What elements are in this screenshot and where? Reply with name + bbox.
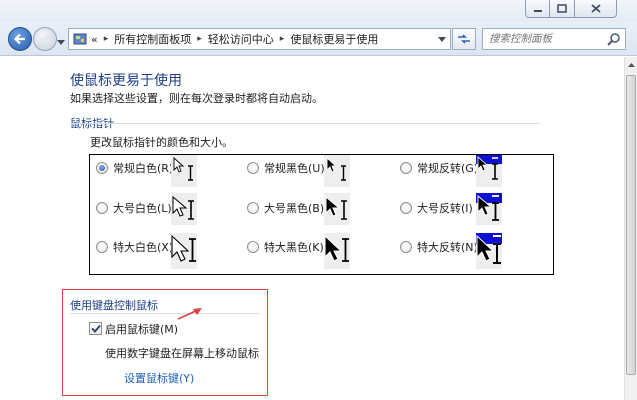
- scheme-option-large-white[interactable]: 大号白色(L): [96, 200, 172, 216]
- scheme-label: 特大黑色(K): [264, 241, 324, 254]
- search-icon: [607, 33, 620, 46]
- control-panel-icon: [73, 33, 87, 45]
- close-icon: [590, 4, 601, 13]
- breadcrumb-all-items[interactable]: 所有控制面板项: [114, 31, 191, 47]
- close-button[interactable]: [575, 0, 617, 18]
- scheme-option-large-black[interactable]: 大号黑色(B): [247, 200, 324, 216]
- recent-pages-dropdown[interactable]: [57, 35, 65, 48]
- scroll-up-button[interactable]: [625, 59, 637, 71]
- pointer-preview: [324, 233, 350, 269]
- back-button[interactable]: [8, 27, 32, 51]
- breadcrumb-separator: ▸: [197, 34, 202, 44]
- scheme-option-xlarge-white[interactable]: 特大白色(X): [96, 239, 173, 255]
- scheme-label: 特大白色(X): [113, 241, 174, 254]
- section-divider: [70, 313, 260, 314]
- minimize-icon: [533, 9, 542, 12]
- scheme-label: 大号反转(I): [417, 202, 473, 215]
- scheme-label: 常规黑色(U): [264, 162, 325, 175]
- annotation-arrow-icon: [177, 308, 202, 320]
- breadcrumb-mouse-settings[interactable]: 使鼠标更易于使用: [290, 31, 378, 47]
- radio-button[interactable]: [247, 202, 259, 214]
- radio-button[interactable]: [247, 162, 259, 174]
- pointer-preview: [171, 193, 197, 225]
- page-subtitle: 如果选择这些设置，则在每次登录时都将自动启动。: [70, 92, 323, 105]
- search-box[interactable]: [482, 28, 626, 50]
- search-input[interactable]: [483, 29, 603, 49]
- white-pointer-icon: [173, 156, 193, 181]
- pointer-preview: [324, 193, 350, 225]
- radio-button[interactable]: [96, 202, 108, 214]
- breadcrumb-item[interactable]: ▸ 轻松访问中心: [191, 31, 274, 47]
- address-box[interactable]: « ▸ 所有控制面板项 ▸ 轻松访问中心 ▸ 使鼠标更易于使用: [68, 28, 451, 50]
- mouse-keys-checkbox[interactable]: [89, 322, 102, 335]
- forward-arrow-icon: [40, 33, 52, 45]
- radio-button[interactable]: [96, 241, 108, 253]
- scheme-label: 常规反转(G): [417, 162, 479, 175]
- black-pointer-icon: [325, 195, 347, 220]
- pointer-preview: [476, 193, 502, 225]
- scheme-option-regular-white[interactable]: 常规白色(R): [96, 160, 173, 176]
- address-bar: « ▸ 所有控制面板项 ▸ 轻松访问中心 ▸ 使鼠标更易于使用: [0, 22, 637, 56]
- maximize-icon: [557, 4, 567, 13]
- chevron-up-icon: [627, 63, 635, 67]
- scheme-option-regular-black[interactable]: 常规黑色(U): [247, 160, 325, 176]
- inverted-pointer-icon: [476, 155, 502, 187]
- breadcrumb-item[interactable]: ▸ 使鼠标更易于使用: [274, 31, 379, 47]
- black-pointer-icon: [324, 234, 349, 262]
- refresh-icon: [458, 34, 470, 44]
- mouse-keys-description: 使用数字键盘在屏幕上移动鼠标: [105, 347, 259, 360]
- window-controls: [525, 0, 617, 19]
- vertical-scrollbar[interactable]: [624, 57, 637, 400]
- title-bar: [0, 0, 637, 22]
- scheme-label: 大号黑色(B): [264, 202, 325, 215]
- radio-button[interactable]: [400, 202, 412, 214]
- section-divider: [70, 123, 540, 124]
- minimize-button[interactable]: [525, 0, 550, 18]
- keyboard-section-heading: 使用键盘控制鼠标: [70, 299, 158, 312]
- breadcrumb-separator: ▸: [103, 34, 109, 44]
- radio-button[interactable]: [400, 162, 412, 174]
- scheme-label: 特大反转(N): [417, 241, 478, 254]
- scheme-option-regular-inverted[interactable]: 常规反转(G): [400, 160, 478, 176]
- breadcrumb-separator: ▸: [279, 34, 285, 44]
- scheme-option-xlarge-black[interactable]: 特大黑色(K): [247, 239, 324, 255]
- pointer-preview: [171, 233, 197, 269]
- scheme-label: 大号白色(L): [113, 202, 172, 215]
- pointer-preview: [171, 155, 197, 187]
- address-prefix[interactable]: «: [91, 33, 98, 46]
- pointer-scheme-group: 常规白色(R) 常规黑色(U) 常规反转(G) 大号白色(L) 大号黑色(B) …: [89, 154, 554, 275]
- black-pointer-icon: [326, 156, 346, 181]
- chevron-down-icon: [438, 36, 446, 42]
- pointer-preview: [476, 155, 502, 187]
- breadcrumb-ease-of-access[interactable]: 轻松访问中心: [208, 31, 274, 47]
- inverted-pointer-icon: [476, 233, 502, 269]
- inverted-pointer-icon: [476, 193, 502, 225]
- pointer-section-description: 更改鼠标指针的颜色和大小。: [90, 136, 233, 149]
- address-dropdown[interactable]: [434, 29, 450, 49]
- setup-mouse-keys-link[interactable]: 设置鼠标键(Y): [124, 370, 194, 386]
- scheme-label: 常规白色(R): [113, 162, 174, 175]
- radio-button[interactable]: [96, 162, 108, 174]
- checkmark-icon: [90, 324, 101, 333]
- scheme-option-large-inverted[interactable]: 大号反转(I): [400, 200, 473, 216]
- refresh-button[interactable]: [452, 28, 476, 50]
- white-pointer-icon: [172, 195, 194, 220]
- scheme-option-xlarge-inverted[interactable]: 特大反转(N): [400, 239, 478, 255]
- pointer-preview: [324, 155, 350, 187]
- radio-button[interactable]: [400, 241, 412, 253]
- radio-button[interactable]: [247, 241, 259, 253]
- back-arrow-icon: [13, 33, 25, 45]
- scrollbar-thumb[interactable]: [626, 75, 636, 375]
- mouse-keys-label[interactable]: 启用鼠标键(M): [105, 321, 178, 337]
- chevron-down-icon: [57, 40, 65, 45]
- maximize-button[interactable]: [550, 0, 575, 18]
- pointer-preview: [476, 233, 502, 269]
- white-pointer-icon: [171, 234, 196, 262]
- forward-button[interactable]: [33, 27, 57, 51]
- page-title: 使鼠标更易于使用: [70, 73, 182, 89]
- breadcrumb-item[interactable]: ▸ 所有控制面板项: [98, 31, 192, 47]
